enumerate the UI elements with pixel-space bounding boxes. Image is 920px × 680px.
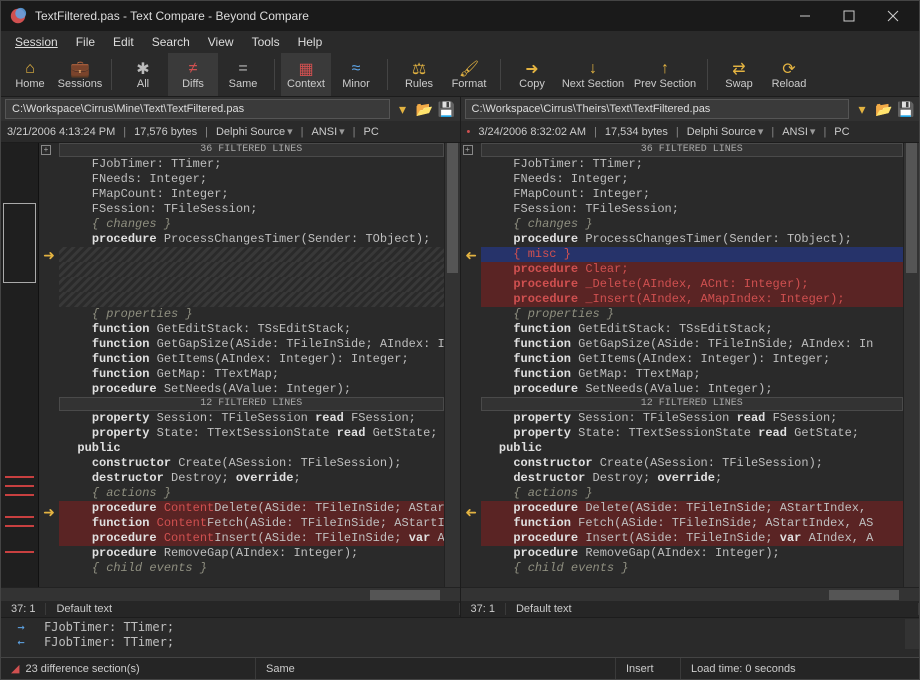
left-gutter: + ➜ ➜ [39,143,59,587]
merge-line[interactable]: FJobTimer: TTimer; [41,635,905,649]
right-path-input[interactable] [465,99,850,119]
chevron-down-icon[interactable]: ▾ [394,100,412,118]
briefcase-icon: 💼 [71,60,89,78]
right-gutter: + ➜ ➜ [461,143,481,587]
diff-arrow-icon: ➜ [461,247,481,264]
right-vscroll[interactable] [903,143,919,587]
left-editor[interactable]: 36 FILTERED LINES FJobTimer: TTimer; FNe… [59,143,444,587]
right-bytes: 17,534 bytes [605,126,668,138]
folder-open-icon[interactable]: 📂 [416,100,434,118]
left-caret-pos: 37: 1 [1,603,46,615]
left-text-style: Default text [46,603,459,615]
reload-icon: ⟳ [780,60,798,78]
status-loadtime: Load time: 0 seconds [681,658,919,679]
toolbar: ⌂Home 💼Sessions ✱All ≠Diffs =Same ▦Conte… [1,53,919,97]
sessions-button[interactable]: 💼Sessions [55,53,105,96]
app-icon [9,7,27,25]
menu-session[interactable]: Session [7,33,66,51]
menubar: Session File Edit Search View Tools Help [1,31,919,53]
diff-arrow-icon: ➜ [39,504,59,521]
not-equal-icon: ≠ [184,60,202,78]
arrow-right-icon: ➜ [523,60,541,78]
right-encoding[interactable]: ANSI▾ [782,125,815,138]
format-button[interactable]: 🖌Format [444,53,494,96]
menu-view[interactable]: View [200,33,242,51]
equal-icon: = [234,60,252,78]
status-diffs: ◢23 difference section(s) [1,658,256,679]
menu-help[interactable]: Help [290,33,331,51]
minor-button[interactable]: ≈Minor [331,53,381,96]
all-button[interactable]: ✱All [118,53,168,96]
left-bytes: 17,576 bytes [134,126,197,138]
titlebar: TextFiltered.pas - Text Compare - Beyond… [1,1,919,31]
next-section-button[interactable]: ↓Next Section [557,53,629,96]
left-encoding[interactable]: ANSI▾ [311,125,344,138]
status-same: Same [256,658,616,679]
right-pane: ▾ 📂 💾 • 3/24/2006 8:32:02 AM| 17,534 byt… [461,97,920,617]
save-icon[interactable]: 💾 [897,100,915,118]
right-caret-pos: 37: 1 [461,603,506,615]
home-button[interactable]: ⌂Home [5,53,55,96]
right-syntax[interactable]: Delphi Source▾ [687,125,764,138]
left-overview[interactable] [1,143,39,587]
menu-search[interactable]: Search [144,33,198,51]
swap-icon: ⇄ [730,60,748,78]
folder-open-icon[interactable]: 📂 [875,100,893,118]
status-insert: Insert [616,658,681,679]
left-syntax[interactable]: Delphi Source▾ [216,125,293,138]
right-text-style: Default text [506,603,919,615]
context-icon: ▦ [297,60,315,78]
arrow-up-icon: ↑ [656,60,674,78]
save-icon[interactable]: 💾 [438,100,456,118]
arrow-down-icon: ↓ [584,60,602,78]
menu-tools[interactable]: Tools [244,33,288,51]
swap-button[interactable]: ⇄Swap [714,53,764,96]
diffs-button[interactable]: ≠Diffs [168,53,218,96]
copy-button[interactable]: ➜Copy [507,53,557,96]
fold-icon[interactable]: + [41,145,51,155]
same-button[interactable]: =Same [218,53,268,96]
paint-icon: 🖌 [460,60,478,78]
statusbar: ◢23 difference section(s) Same Insert Lo… [1,657,919,679]
right-hscroll[interactable] [461,587,920,601]
referee-icon: ⚖ [410,60,428,78]
right-editor[interactable]: 36 FILTERED LINES FJobTimer: TTimer; FNe… [481,143,904,587]
minimize-button[interactable] [783,1,827,31]
left-pane: ▾ 📂 💾 3/21/2006 4:13:24 PM| 17,576 bytes… [1,97,461,617]
context-button[interactable]: ▦Context [281,53,331,96]
close-button[interactable] [871,1,915,31]
menu-edit[interactable]: Edit [105,33,142,51]
merge-line[interactable]: FJobTimer: TTimer; [41,620,905,634]
menu-file[interactable]: File [68,33,103,51]
rules-button[interactable]: ⚖Rules [394,53,444,96]
reload-button[interactable]: ⟳Reload [764,53,814,96]
left-os[interactable]: PC [364,126,379,138]
right-date: 3/24/2006 8:32:02 AM [478,126,586,138]
diff-arrow-icon: ➜ [461,504,481,521]
window-title: TextFiltered.pas - Text Compare - Beyond… [35,9,783,23]
merge-vscroll[interactable] [905,619,919,649]
left-hscroll[interactable] [1,587,460,601]
prev-section-button[interactable]: ↑Prev Section [629,53,701,96]
left-vscroll[interactable] [444,143,460,587]
left-date: 3/21/2006 4:13:24 PM [7,126,115,138]
chevron-down-icon[interactable]: ▾ [853,100,871,118]
asterisk-icon: ✱ [134,60,152,78]
maximize-button[interactable] [827,1,871,31]
left-path-input[interactable] [5,99,390,119]
approx-icon: ≈ [347,60,365,78]
right-os[interactable]: PC [834,126,849,138]
arrow-right-icon: → [1,620,41,634]
arrow-left-icon: ← [1,635,41,649]
merge-pane: → FJobTimer: TTimer; ← FJobTimer: TTimer… [1,617,919,657]
fold-icon[interactable]: + [463,145,473,155]
home-icon: ⌂ [21,60,39,78]
